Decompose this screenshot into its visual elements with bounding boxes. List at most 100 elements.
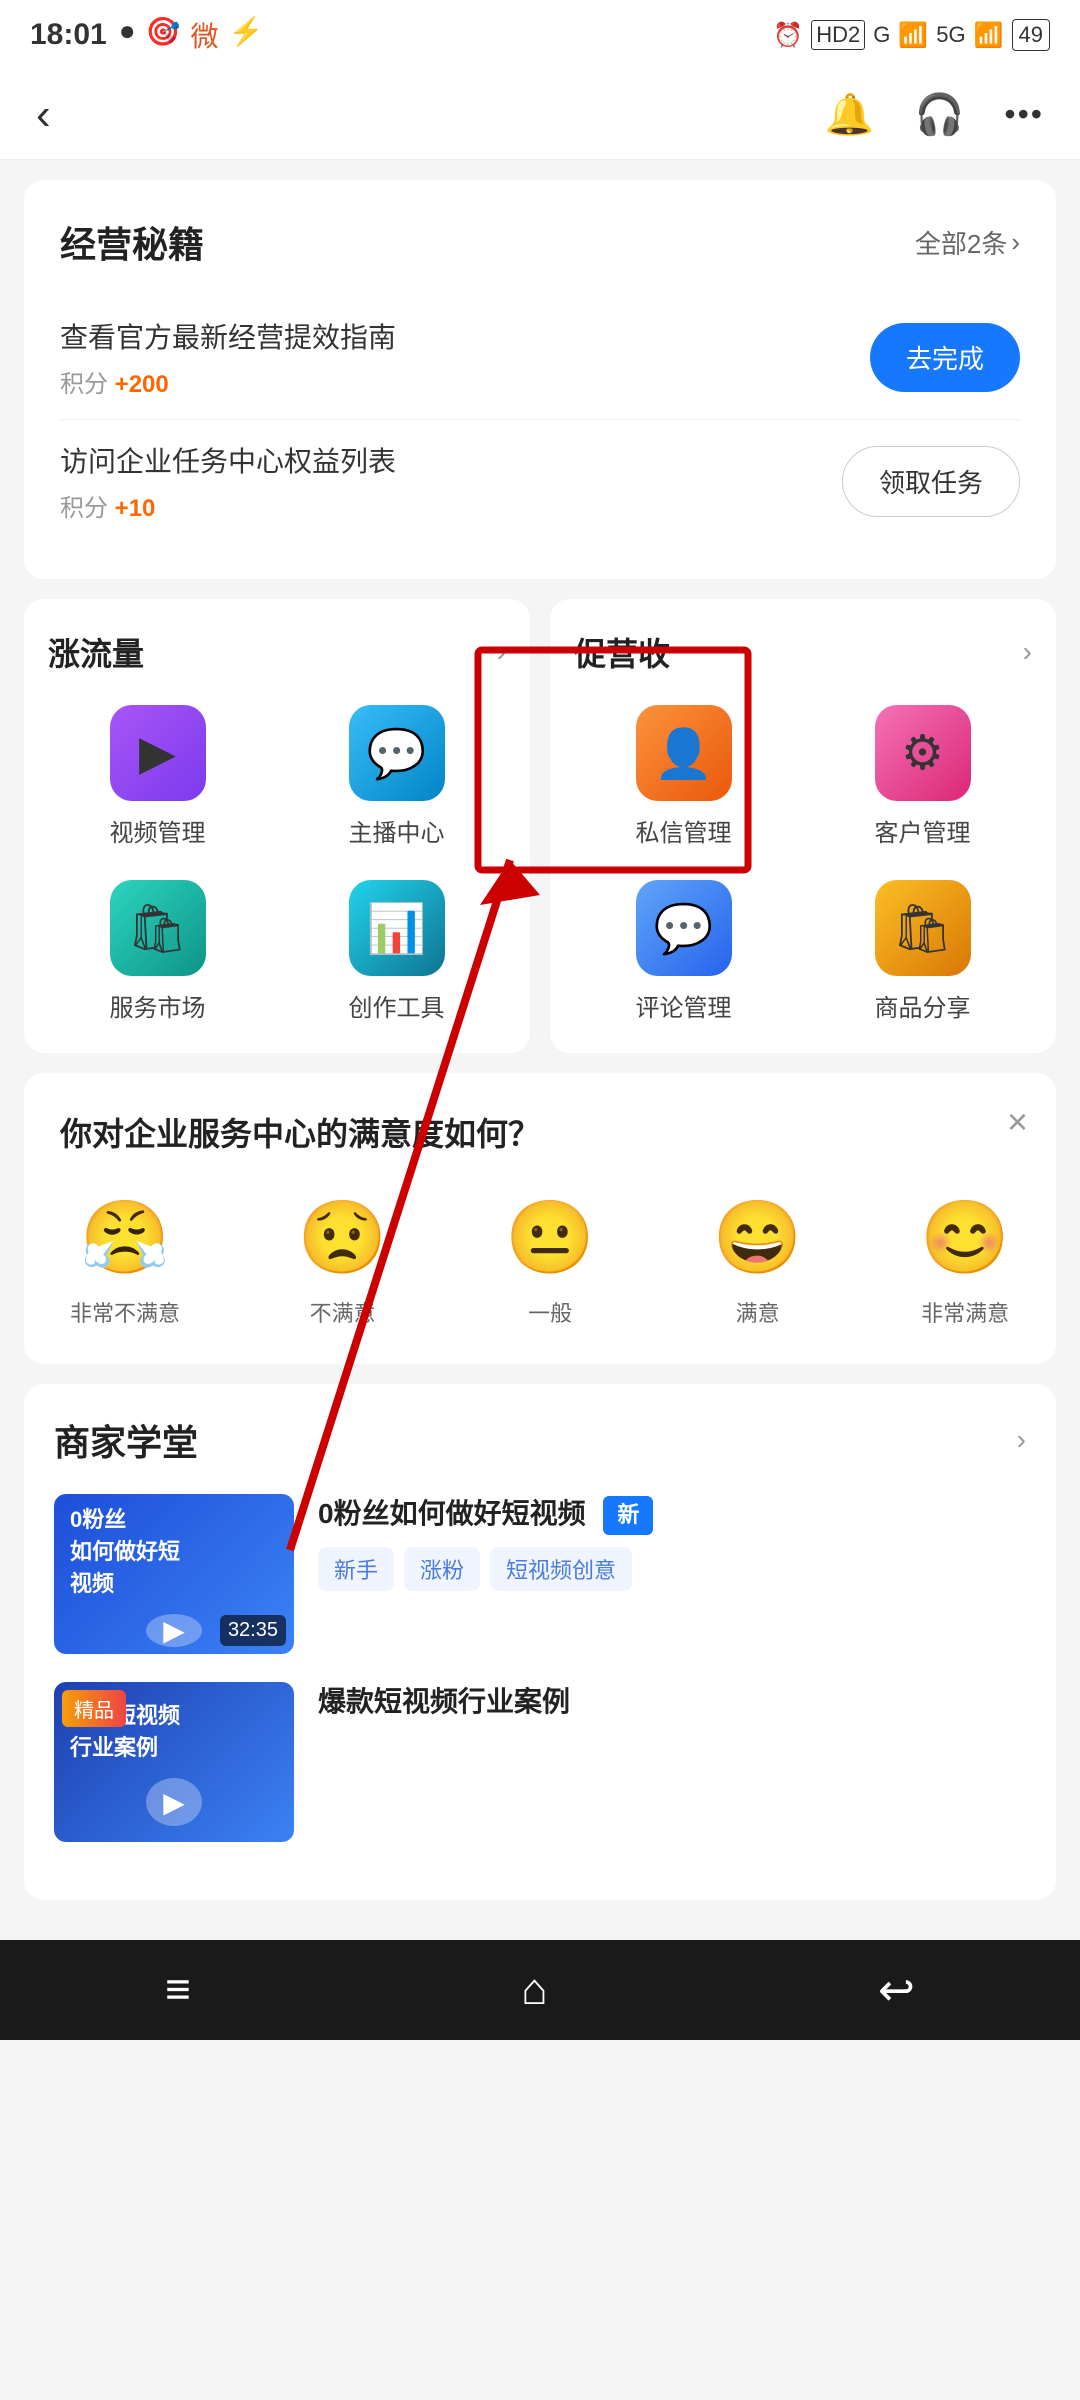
tag-short-video-creative[interactable]: 短视频创意 (490, 1547, 632, 1591)
task-points-1: 积分 +200 (60, 364, 870, 399)
task-item-1: 查看官方最新经营提效指南 积分 +200 去完成 (60, 296, 1020, 419)
anchor-center-label: 主播中心 (349, 813, 445, 848)
wifi-icon: 📶 (974, 21, 1004, 50)
creation-tools-label: 创作工具 (349, 988, 445, 1023)
task-info-1: 查看官方最新经营提效指南 积分 +200 (60, 316, 870, 399)
video-info-1: 0粉丝如何做好短视频 新 新手 涨粉 短视频创意 (318, 1494, 1026, 1591)
survey-close-button[interactable]: × (1007, 1101, 1028, 1143)
emoji-neutral[interactable]: 😐 一般 (505, 1195, 595, 1328)
video-thumb-text-1: 0粉丝如何做好短视频 (70, 1502, 278, 1598)
school-title: 商家学堂 (54, 1414, 198, 1466)
jingying-header: 经营秘籍 全部2条 › (60, 216, 1020, 268)
cuyingshou-card: 促营收 › 👤 私信管理 ⚙ 客户管理 � (550, 599, 1056, 1053)
notification-icon[interactable]: 🔔 (825, 91, 875, 138)
cuyingshou-header: 促营收 › (574, 629, 1032, 675)
signal-bar-icon: 📶 (898, 21, 928, 50)
qq-icon: ● (119, 15, 136, 55)
very-dissatisfied-label: 非常不满意 (70, 1296, 180, 1328)
emoji-very-dissatisfied[interactable]: 😤 非常不满意 (70, 1195, 180, 1328)
private-msg-item[interactable]: 👤 私信管理 (574, 705, 793, 848)
more-arrow-icon: › (1011, 227, 1020, 258)
nav-menu-button[interactable]: ≡ (165, 1965, 191, 2015)
product-share-icon: 🛍 (875, 880, 971, 976)
zangluliang-title: 涨流量 (48, 629, 144, 675)
customer-mgmt-icon: ⚙ (875, 705, 971, 801)
more-icon[interactable]: ••• (1004, 96, 1044, 133)
header-icons: 🔔 🎧 ••• (825, 91, 1044, 138)
zangluliang-grid: ▶ 视频管理 💬 主播中心 🛍 服务市场 (48, 705, 506, 1023)
school-header: 商家学堂 › (54, 1414, 1026, 1466)
task-desc-2: 访问企业任务中心权益列表 (60, 440, 842, 480)
nav-home-button[interactable]: ⌂ (521, 1965, 548, 2015)
douyin-icon: 🎯 (146, 15, 181, 55)
task-points-2: 积分 +10 (60, 488, 842, 523)
headset-icon[interactable]: 🎧 (915, 91, 965, 138)
satisfied-label: 满意 (736, 1296, 780, 1328)
tag-grow-fans[interactable]: 涨粉 (404, 1547, 480, 1591)
cuyingshou-arrow-icon[interactable]: › (1023, 636, 1032, 668)
zangluliang-arrow-icon[interactable]: › (497, 636, 506, 668)
video-mgmt-item[interactable]: ▶ 视频管理 (48, 705, 267, 848)
jingying-more[interactable]: 全部2条 › (915, 224, 1020, 261)
neutral-label: 一般 (528, 1296, 572, 1328)
creation-tools-icon: 📊 (349, 880, 445, 976)
status-left: 18:01 ● 🎯 微 ⚡ (30, 15, 263, 55)
dissatisfied-label: 不满意 (310, 1296, 376, 1328)
video-play-icon-2: ▶ (146, 1778, 202, 1826)
header: ‹ 🔔 🎧 ••• (0, 70, 1080, 160)
back-button[interactable]: ‹ (36, 90, 51, 140)
very-dissatisfied-face: 😤 (80, 1195, 170, 1280)
product-share-item[interactable]: 🛍 商品分享 (813, 880, 1032, 1023)
school-more-arrow-icon[interactable]: › (1017, 1424, 1026, 1456)
task-btn-complete[interactable]: 去完成 (870, 323, 1020, 392)
task-btn-receive[interactable]: 领取任务 (842, 446, 1020, 517)
very-satisfied-label: 非常满意 (921, 1296, 1009, 1328)
feature-grid-row: 涨流量 › ▶ 视频管理 💬 主播中心 � (24, 599, 1056, 1053)
service-market-item[interactable]: 🛍 服务市场 (48, 880, 267, 1023)
jingying-card: 经营秘籍 全部2条 › 查看官方最新经营提效指南 积分 +200 去完成 访问企… (24, 180, 1056, 579)
jingpin-badge: 精品 (62, 1690, 126, 1727)
emoji-dissatisfied[interactable]: 😟 不满意 (298, 1195, 388, 1328)
private-msg-icon: 👤 (636, 705, 732, 801)
video-title-2: 爆款短视频行业案例 (318, 1682, 1026, 1721)
customer-mgmt-item[interactable]: ⚙ 客户管理 (813, 705, 1032, 848)
customer-mgmt-label: 客户管理 (875, 813, 971, 848)
status-app-icons: ● 🎯 微 ⚡ (119, 15, 264, 55)
status-time: 18:01 (30, 18, 107, 52)
tag-beginner[interactable]: 新手 (318, 1547, 394, 1591)
alarm-icon: ⏰ (773, 21, 803, 50)
signal-5g-icon: 5G (936, 22, 965, 48)
dissatisfied-face: 😟 (298, 1195, 388, 1280)
signal-g-icon: G (873, 22, 890, 48)
video-thumb-1[interactable]: 0粉丝如何做好短视频 ▶ 32:35 (54, 1494, 294, 1654)
emoji-satisfied[interactable]: 😄 满意 (713, 1195, 803, 1328)
product-share-label: 商品分享 (875, 988, 971, 1023)
video-item-1: 0粉丝如何做好短视频 ▶ 32:35 0粉丝如何做好短视频 新 新手 涨粉 短视… (54, 1494, 1026, 1654)
survey-title: 你对企业服务中心的满意度如何？ (60, 1109, 1020, 1155)
neutral-face: 😐 (505, 1195, 595, 1280)
nav-back-button[interactable]: ↩ (878, 1965, 915, 2016)
video-play-icon-1: ▶ (146, 1614, 202, 1647)
video-mgmt-icon: ▶ (110, 705, 206, 801)
creation-tools-item[interactable]: 📊 创作工具 (287, 880, 506, 1023)
emoji-very-satisfied[interactable]: 😊 非常满意 (920, 1195, 1010, 1328)
bottom-nav: ≡ ⌂ ↩ (0, 1940, 1080, 2040)
video-thumb-2[interactable]: 精品 爆款短视频行业案例 ▶ (54, 1682, 294, 1842)
merchant-school-card: 商家学堂 › 0粉丝如何做好短视频 ▶ 32:35 0粉丝如何做好短视频 新 新… (24, 1384, 1056, 1900)
anchor-center-icon: 💬 (349, 705, 445, 801)
hd-icon: HD2 (811, 20, 865, 50)
service-market-label: 服务市场 (110, 988, 206, 1023)
very-satisfied-face: 😊 (920, 1195, 1010, 1280)
task-desc-1: 查看官方最新经营提效指南 (60, 316, 870, 356)
survey-card: × 你对企业服务中心的满意度如何？ 😤 非常不满意 😟 不满意 😐 一般 😄 满… (24, 1073, 1056, 1364)
comment-mgmt-item[interactable]: 💬 评论管理 (574, 880, 793, 1023)
service-market-icon: 🛍 (110, 880, 206, 976)
task-info-2: 访问企业任务中心权益列表 积分 +10 (60, 440, 842, 523)
anchor-center-item[interactable]: 💬 主播中心 (287, 705, 506, 848)
weibo-icon: 微 (191, 15, 219, 55)
cuyingshou-title: 促营收 (574, 629, 670, 675)
video-mgmt-label: 视频管理 (110, 813, 206, 848)
emoji-row: 😤 非常不满意 😟 不满意 😐 一般 😄 满意 😊 非常满意 (60, 1195, 1020, 1328)
speedup-icon: ⚡ (229, 15, 264, 55)
zangluliang-card: 涨流量 › ▶ 视频管理 💬 主播中心 � (24, 599, 530, 1053)
